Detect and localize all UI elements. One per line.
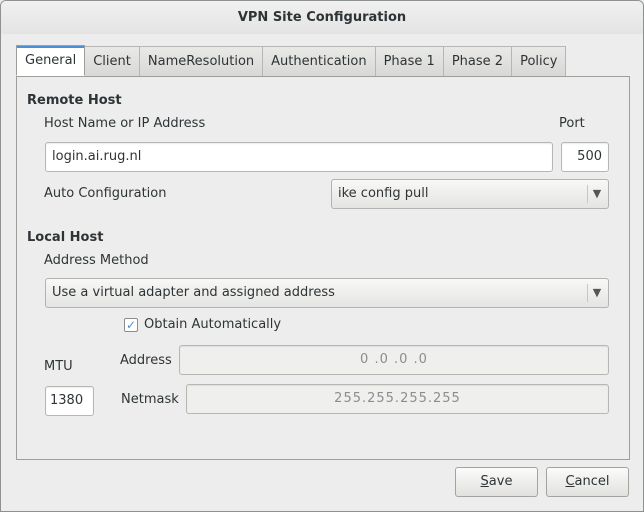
- address-method-label: Address Method: [44, 253, 149, 268]
- auto-configuration-value: ike config pull: [338, 186, 429, 201]
- cancel-button[interactable]: Cancel: [546, 467, 629, 497]
- tab-bar: General Client NameResolution Authentica…: [16, 45, 567, 76]
- window-title: VPN Site Configuration: [1, 1, 643, 34]
- netmask-label: Netmask: [121, 392, 179, 407]
- save-mnemonic: S: [480, 474, 489, 489]
- address-method-value: Use a virtual adapter and assigned addre…: [52, 285, 335, 300]
- port-label: Port: [559, 116, 585, 131]
- local-host-heading: Local Host: [27, 230, 104, 245]
- address-input[interactable]: 0 .0 .0 .0: [179, 345, 609, 375]
- auto-configuration-select[interactable]: ike config pull ▼: [331, 179, 609, 209]
- netmask-input[interactable]: 255.255.255.255: [186, 384, 609, 414]
- cancel-label-rest: ancel: [574, 474, 610, 489]
- mtu-label: MTU: [44, 359, 73, 374]
- host-name-label: Host Name or IP Address: [44, 116, 206, 131]
- cancel-mnemonic: C: [565, 474, 575, 489]
- chevron-down-icon: ▼: [592, 187, 602, 200]
- tab-authentication[interactable]: Authentication: [263, 46, 376, 76]
- address-label: Address: [120, 353, 172, 368]
- obtain-automatically-checkbox[interactable]: ✓: [124, 318, 138, 332]
- mtu-input[interactable]: 1380: [45, 386, 94, 416]
- combo-separator: [587, 185, 588, 203]
- tab-phase-2[interactable]: Phase 2: [443, 46, 513, 76]
- checkmark-icon: ✓: [125, 318, 137, 332]
- vpn-config-dialog: VPN Site Configuration General Client Na…: [0, 0, 644, 512]
- general-tab-panel: Remote Host Host Name or IP Address Port…: [16, 76, 630, 460]
- save-label-rest: ave: [488, 474, 513, 489]
- tab-policy[interactable]: Policy: [512, 46, 567, 76]
- address-method-select[interactable]: Use a virtual adapter and assigned addre…: [45, 278, 609, 308]
- port-input[interactable]: 500: [561, 142, 609, 172]
- remote-host-heading: Remote Host: [27, 93, 122, 108]
- save-button[interactable]: Save: [455, 467, 538, 497]
- tab-name-resolution[interactable]: NameResolution: [139, 46, 264, 76]
- host-name-input[interactable]: login.ai.rug.nl: [45, 142, 553, 172]
- chevron-down-icon: ▼: [592, 286, 602, 299]
- auto-configuration-label: Auto Configuration: [44, 186, 167, 201]
- tab-phase-1[interactable]: Phase 1: [375, 46, 444, 76]
- tab-client[interactable]: Client: [85, 46, 140, 76]
- tab-general[interactable]: General: [16, 45, 86, 76]
- combo-separator: [587, 284, 588, 302]
- obtain-automatically-label: Obtain Automatically: [144, 317, 282, 332]
